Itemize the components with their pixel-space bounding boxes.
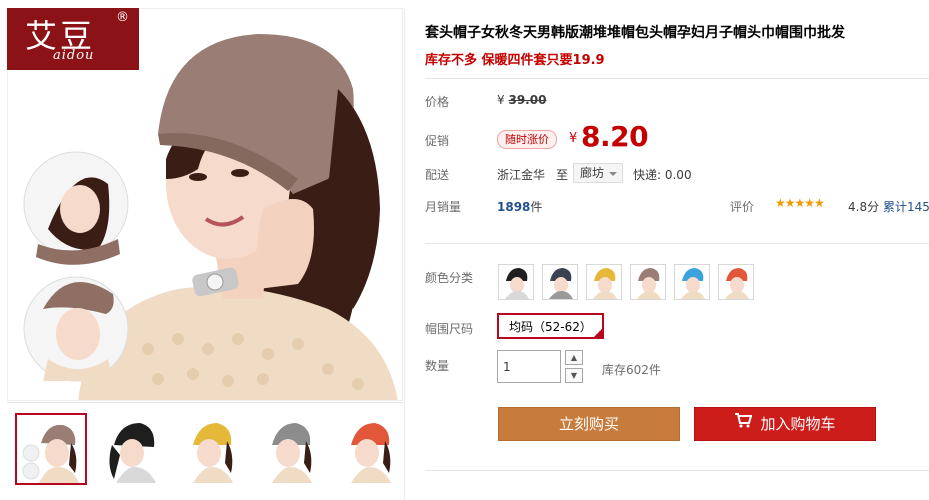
shipping-fee: 快递: 0.00 (633, 168, 692, 182)
rating-score: 4.8分 (848, 200, 880, 214)
promo-price: 8.20 (581, 120, 649, 153)
rating-label: 评价 (730, 200, 755, 214)
thumbnail-4[interactable] (254, 415, 322, 483)
thumbnail-2[interactable] (96, 415, 164, 483)
brand-logo-en: aidou (53, 48, 95, 63)
thumbnail-3[interactable] (175, 415, 243, 483)
quantity-input[interactable] (497, 350, 561, 383)
quantity-increase-button[interactable]: ▲ (565, 350, 583, 365)
swatch-taupe[interactable] (630, 264, 666, 300)
product-subtitle: 库存不多 保暖四件套只要19.9 (425, 53, 605, 68)
add-to-cart-label: 加入购物车 (760, 415, 836, 433)
size-option-selected[interactable]: 均码（52-62） (497, 313, 604, 339)
add-to-cart-button[interactable]: 加入购物车 (694, 407, 876, 441)
chevron-down-icon (609, 172, 618, 176)
sales-label: 月销量 (425, 200, 462, 214)
shipping-label: 配送 (425, 168, 450, 182)
product-title: 套头帽子女秋冬天男韩版潮堆堆帽包头帽孕妇月子帽头巾帽围巾批发 (425, 25, 845, 41)
original-price: ¥ 39.00 (497, 93, 546, 107)
size-option-text: 均码（52-62） (509, 320, 592, 334)
sales-unit: 件 (530, 200, 543, 214)
star-rating-icon: ★★★★★ (775, 196, 825, 210)
cart-icon (734, 407, 753, 439)
currency-symbol: ¥ (497, 93, 505, 107)
brand-logo[interactable]: 艾豆 ® aidou (7, 8, 139, 70)
thumbnail-5[interactable] (333, 415, 401, 483)
quantity-label: 数量 (425, 359, 450, 373)
divider (425, 243, 929, 244)
swatch-orange-red[interactable] (718, 264, 754, 300)
swatch-yellow[interactable] (586, 264, 622, 300)
size-label: 帽围尺码 (425, 322, 474, 336)
divider (425, 78, 929, 79)
quantity-decrease-button[interactable]: ▼ (565, 368, 583, 383)
promo-tag: 随时涨价 (497, 130, 557, 149)
destination-select[interactable]: 廊坊 (573, 163, 624, 183)
swatch-blue[interactable] (674, 264, 710, 300)
thumbnail-strip (7, 402, 403, 492)
sales-count: 1898 (497, 200, 531, 214)
registered-mark: ® (116, 10, 129, 25)
column-divider (404, 8, 405, 500)
original-price-value: 39.00 (508, 93, 547, 107)
thumbnail-1[interactable] (15, 413, 87, 485)
swatch-black[interactable] (498, 264, 534, 300)
swatch-navy[interactable] (542, 264, 578, 300)
divider (425, 470, 929, 471)
buy-now-button[interactable]: 立刻购买 (498, 407, 680, 441)
ship-to-text: 至 (556, 168, 569, 182)
monthly-sales: 1898件 (497, 198, 542, 215)
ship-origin: 浙江金华 (497, 168, 546, 182)
color-label: 颜色分类 (425, 271, 474, 285)
price-label: 价格 (425, 95, 450, 109)
promo-label: 促销 (425, 134, 450, 148)
product-detail: 套头帽子女秋冬天男韩版潮堆堆帽包头帽孕妇月子帽头巾帽围巾批发 库存不多 保暖四件… (425, 0, 929, 500)
promo-currency: ¥ (569, 131, 578, 146)
product-gallery: 艾豆 ® aidou (0, 0, 404, 500)
destination-value: 廊坊 (580, 166, 605, 180)
stock-count: 库存602件 (602, 363, 661, 377)
selected-check-icon (591, 327, 604, 339)
rating-total-link[interactable]: 累计145 (883, 198, 929, 215)
